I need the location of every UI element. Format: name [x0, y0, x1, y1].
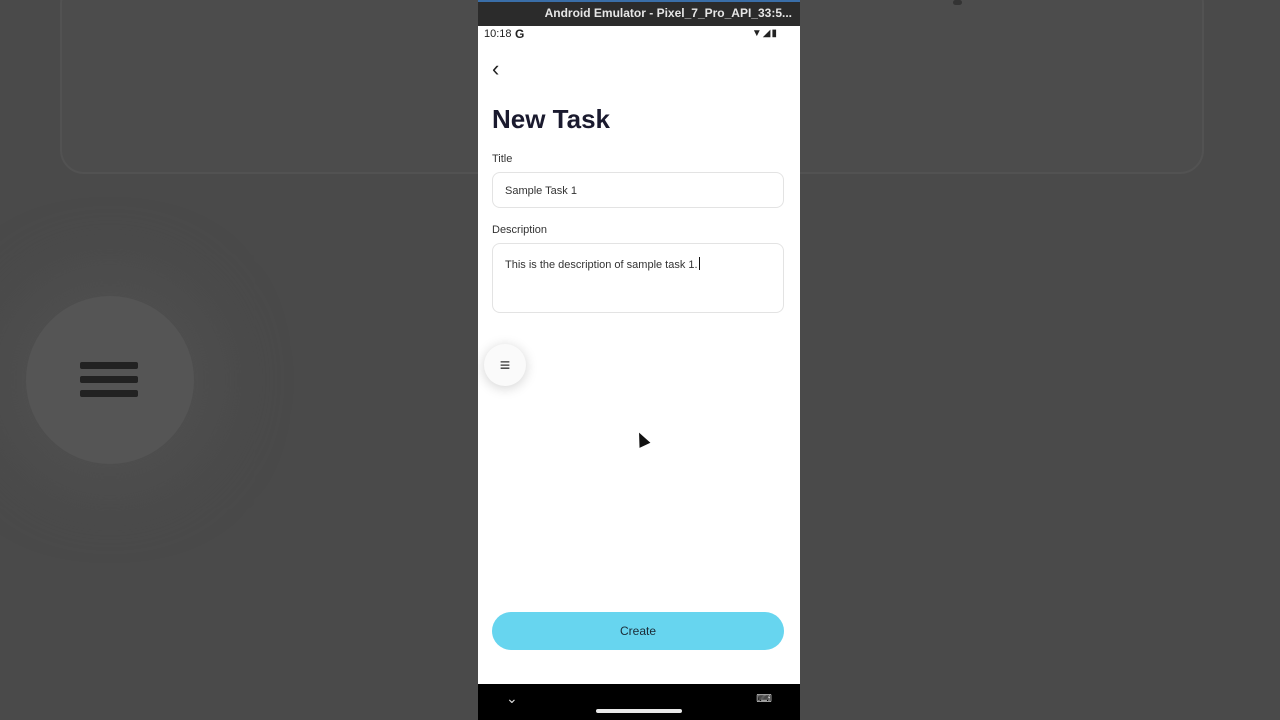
status-bar: 10:18 G ▼◢▮ [478, 26, 800, 44]
text-caret [698, 257, 700, 270]
description-input[interactable]: This is the description of sample task 1… [492, 243, 784, 313]
menu-icon: ≡ [499, 355, 511, 375]
chevron-down-icon[interactable]: ⌄ [506, 690, 518, 707]
system-status-icons: ▼◢▮ [751, 28, 778, 39]
back-arrow-icon[interactable]: ‹ [492, 56, 499, 82]
emulator-titlebar[interactable]: Android Emulator - Pixel_7_Pro_API_33:5.… [478, 0, 800, 26]
title-label: Title [492, 153, 513, 165]
title-input[interactable]: Sample Task 1 [492, 172, 784, 208]
background-menu-fab [26, 296, 194, 464]
emulator-window: Android Emulator - Pixel_7_Pro_API_33:5.… [478, 0, 800, 720]
page-title: New Task [492, 104, 611, 134]
background-dot [953, 0, 962, 5]
device-screen: 10:18 G ▼◢▮ ‹ New Task Title Sample Task… [478, 26, 800, 684]
menu-bar [80, 362, 138, 369]
create-button[interactable]: Create [492, 612, 784, 650]
menu-fab-button[interactable]: ≡ [484, 344, 526, 386]
description-label: Description [492, 224, 548, 236]
mouse-pointer-icon [633, 430, 651, 448]
description-input-value: This is the description of sample task 1… [505, 259, 698, 271]
home-gesture-handle[interactable] [596, 709, 682, 713]
navigation-bar: ⌄ ⌨ [478, 684, 800, 720]
menu-bar [80, 376, 138, 383]
keyboard-icon[interactable]: ⌨ [756, 692, 772, 705]
title-input-value: Sample Task 1 [505, 185, 577, 197]
menu-bar [80, 390, 138, 397]
window-title: Android Emulator - Pixel_7_Pro_API_33:5.… [544, 6, 792, 20]
google-icon: G [515, 27, 525, 41]
status-time: 10:18 [484, 28, 512, 40]
